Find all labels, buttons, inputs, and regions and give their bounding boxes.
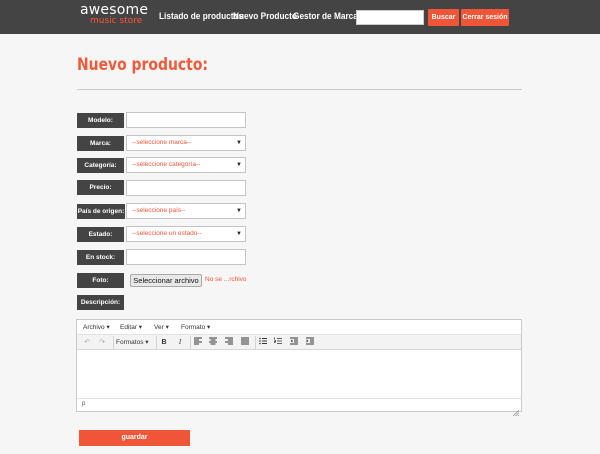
label-descripcion: Descripción: (77, 295, 124, 310)
toolbar-separator (255, 336, 256, 349)
label-precio: Precio: (77, 180, 124, 195)
align-center-icon[interactable] (208, 337, 218, 348)
menu-archivo[interactable]: Archivo ▾ (83, 323, 110, 331)
stock-input[interactable] (126, 249, 246, 265)
nav-link-listado[interactable]: Listado de productos (159, 11, 243, 21)
categoria-select[interactable]: --seleccione categoría-- ▼ (126, 157, 246, 173)
bold-icon[interactable]: B (159, 337, 169, 348)
page-title: Nuevo producto: (77, 55, 208, 75)
precio-input[interactable] (126, 180, 246, 196)
formats-dropdown[interactable]: Formatos ▾ (116, 337, 156, 348)
indent-icon[interactable] (305, 337, 315, 348)
file-select-button[interactable]: Seleccionar archivo (130, 274, 202, 287)
align-left-icon[interactable] (193, 337, 203, 348)
editor-menubar: Archivo ▾ Editar ▾ Ver ▾ Formato ▾ (77, 320, 521, 335)
description-editor: Archivo ▾ Editar ▾ Ver ▾ Formato ▾ ↶ ↷ F… (76, 319, 522, 417)
top-navbar: awesome music store Listado de productos… (0, 0, 600, 34)
marca-selected-value: --seleccione marca-- (132, 139, 192, 146)
menu-editar[interactable]: Editar ▾ (120, 323, 142, 331)
search-button[interactable]: Buscar (428, 9, 459, 26)
label-modelo: Modelo: (77, 113, 124, 128)
title-divider (77, 89, 522, 90)
label-categoria: Categoría: (77, 158, 124, 173)
modelo-input[interactable] (126, 112, 246, 128)
editor-statusbar: p (77, 398, 521, 417)
toolbar-separator (113, 336, 114, 349)
nav-link-gestor-marcas[interactable]: Gestor de Marcas (293, 11, 363, 21)
toolbar-separator (190, 336, 191, 349)
nav-link-nuevo-producto[interactable]: Nuevo Producto (233, 11, 297, 21)
align-right-icon[interactable] (224, 337, 234, 348)
editor-toolbar: ↶ ↷ Formatos ▾ B I (77, 335, 521, 350)
label-pais: País de origen: (77, 204, 125, 219)
align-justify-icon[interactable] (240, 337, 250, 348)
toolbar-separator (156, 336, 157, 349)
outdent-icon[interactable] (289, 337, 299, 348)
brand-logo[interactable]: awesome music store (80, 3, 148, 26)
chevron-down-icon: ▼ (236, 231, 242, 237)
save-button[interactable]: guardar (79, 430, 190, 446)
brand-line2: music store (90, 16, 143, 26)
chevron-down-icon: ▼ (236, 162, 242, 168)
italic-icon[interactable]: I (175, 337, 185, 348)
logout-button[interactable]: Cerrar sesión (461, 9, 509, 26)
pais-select[interactable]: --seleccione país-- ▼ (126, 203, 246, 219)
estado-select[interactable]: --seleccione un estado-- ▼ (126, 226, 246, 242)
redo-icon[interactable]: ↷ (97, 337, 107, 348)
pais-selected-value: --seleccione país-- (132, 207, 186, 214)
undo-icon[interactable]: ↶ (82, 337, 92, 348)
editor-path: p (82, 401, 86, 407)
resize-handle-icon[interactable] (512, 403, 520, 417)
label-foto: Foto: (77, 273, 124, 288)
chevron-down-icon: ▼ (236, 208, 242, 214)
marca-select[interactable]: --seleccione marca-- ▼ (126, 135, 246, 151)
bullet-list-icon[interactable] (258, 337, 268, 348)
label-stock: En stock: (77, 250, 124, 265)
chevron-down-icon: ▼ (236, 140, 242, 146)
label-marca: Marca: (77, 136, 124, 151)
search-input[interactable] (356, 10, 424, 25)
brand-line1: awesome (80, 2, 149, 18)
editor-content-area[interactable] (77, 351, 521, 398)
numbered-list-icon[interactable] (273, 337, 283, 348)
label-estado: Estado: (77, 227, 124, 242)
estado-selected-value: --seleccione un estado-- (132, 230, 202, 237)
menu-formato[interactable]: Formato ▾ (181, 323, 210, 331)
menu-ver[interactable]: Ver ▾ (154, 323, 169, 331)
file-status-text: No se ...rchivo (205, 276, 247, 283)
categoria-selected-value: --seleccione categoría-- (132, 161, 201, 168)
